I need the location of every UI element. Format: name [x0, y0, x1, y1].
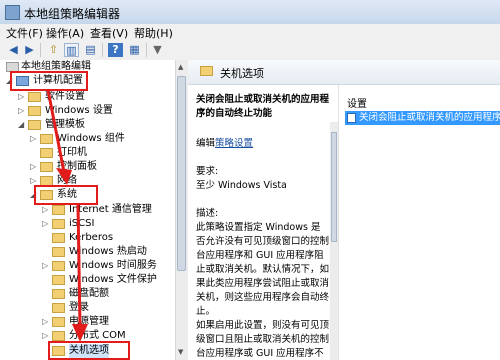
requirements-label: 要求: — [196, 166, 219, 177]
toolbar-separator — [102, 43, 103, 57]
description-scrollbar[interactable] — [330, 122, 338, 360]
folder-icon — [52, 289, 65, 299]
expand-icon[interactable]: ▷ — [42, 259, 49, 273]
menu-bar: 文件(F) 操作(A) 查看(V) 帮助(H) — [0, 24, 500, 40]
folder-icon — [52, 303, 65, 313]
scrollbar-thumb[interactable] — [331, 132, 337, 242]
column-header-setting[interactable]: 设置 — [347, 95, 367, 110]
edit-policy-link[interactable]: 策略设置 — [215, 138, 253, 149]
description-paragraph-1: 此策略设置指定 Windows 是否允许没有可见顶级窗口的控制台应用程序和 GU… — [196, 222, 330, 317]
folder-icon — [200, 66, 213, 76]
gpedit-app-icon — [5, 5, 20, 20]
description-label: 描述: — [196, 208, 219, 219]
filter-icon[interactable]: ▼ — [150, 43, 165, 57]
description-panel: 关闭会阻止或取消关机的应用程序的自动终止功能 编辑策略设置 要求: 至少 Win… — [188, 85, 338, 360]
expand-icon[interactable]: ▷ — [42, 203, 49, 217]
folder-icon — [52, 317, 65, 327]
folder-icon — [52, 205, 65, 215]
scroll-down-icon[interactable]: ▼ — [178, 348, 183, 356]
description-paragraph-2: 如果启用此设置，则没有可见顶级窗口且阻止或取消关机的控制台应用程序或 GUI 应… — [196, 320, 330, 359]
details-header-title: 关机选项 — [220, 67, 264, 80]
settings-list: 设置 关闭会阻止或取消关机的应用程序的 — [338, 85, 500, 360]
back-icon[interactable]: ◀ — [6, 43, 21, 57]
toolbar-separator — [40, 43, 41, 57]
menu-view[interactable]: 查看(V) — [90, 25, 128, 41]
folder-icon — [52, 275, 65, 285]
folder-icon — [52, 247, 65, 257]
menu-action[interactable]: 操作(A) — [46, 25, 84, 41]
tree-pane: 本地组策略编辑 ◢ 计算机配置 ▷ 软件设置 ▷ Windows 设置 ◢ 管理… — [0, 60, 176, 360]
toolbar: ◀ ▶ ⇧ ▥ ▤ ? ▦ ▼ — [0, 40, 500, 61]
scroll-up-icon[interactable]: ▲ — [178, 63, 183, 71]
expand-icon[interactable]: ▷ — [30, 132, 37, 146]
red-arrow-annotation — [46, 90, 72, 185]
collapse-icon[interactable]: ◢ — [18, 118, 25, 132]
forward-icon[interactable]: ▶ — [22, 43, 37, 57]
details-header: 关机选项 — [188, 60, 500, 85]
policy-title: 关闭会阻止或取消关机的应用程序的自动终止功能 — [196, 94, 330, 119]
toolbar-separator — [146, 43, 147, 57]
folder-icon — [52, 331, 65, 341]
requirements-value: 至少 Windows Vista — [196, 180, 287, 191]
expand-icon[interactable]: ▷ — [42, 315, 49, 329]
scrollbar-thumb[interactable] — [177, 76, 186, 271]
folder-icon — [52, 219, 65, 229]
settings-list-item[interactable]: 关闭会阻止或取消关机的应用程序的 — [345, 111, 500, 125]
red-arrow-annotation — [72, 204, 88, 342]
window-title: 本地组策略编辑器 — [24, 7, 121, 21]
highlight-box — [34, 185, 98, 205]
expand-icon[interactable]: ▷ — [42, 217, 49, 231]
tree-scrollbar[interactable]: ▲ ▼ — [175, 60, 188, 360]
expand-icon[interactable]: ▷ — [18, 104, 25, 118]
help-icon[interactable]: ? — [108, 43, 123, 57]
edit-prefix: 编辑 — [196, 138, 216, 149]
details-pane: 关机选项 关闭会阻止或取消关机的应用程序的自动终止功能 编辑策略设置 要求: 至… — [188, 60, 500, 360]
show-hide-tree-icon[interactable]: ▥ — [64, 43, 79, 57]
folder-icon — [52, 233, 65, 243]
folder-icon — [52, 261, 65, 271]
details-icon[interactable]: ▦ — [127, 43, 142, 57]
up-icon[interactable]: ⇧ — [46, 43, 61, 57]
expand-icon[interactable]: ▷ — [18, 90, 25, 104]
expand-icon[interactable]: ▷ — [30, 160, 37, 174]
menu-file[interactable]: 文件(F) — [6, 25, 43, 41]
title-bar: 本地组策略编辑器 — [0, 0, 500, 24]
policy-setting-icon — [347, 113, 356, 123]
properties-icon[interactable]: ▤ — [83, 43, 98, 57]
highlight-box — [10, 71, 88, 91]
edit-line: 编辑策略设置 — [196, 137, 329, 151]
menu-help[interactable]: 帮助(H) — [134, 25, 173, 41]
